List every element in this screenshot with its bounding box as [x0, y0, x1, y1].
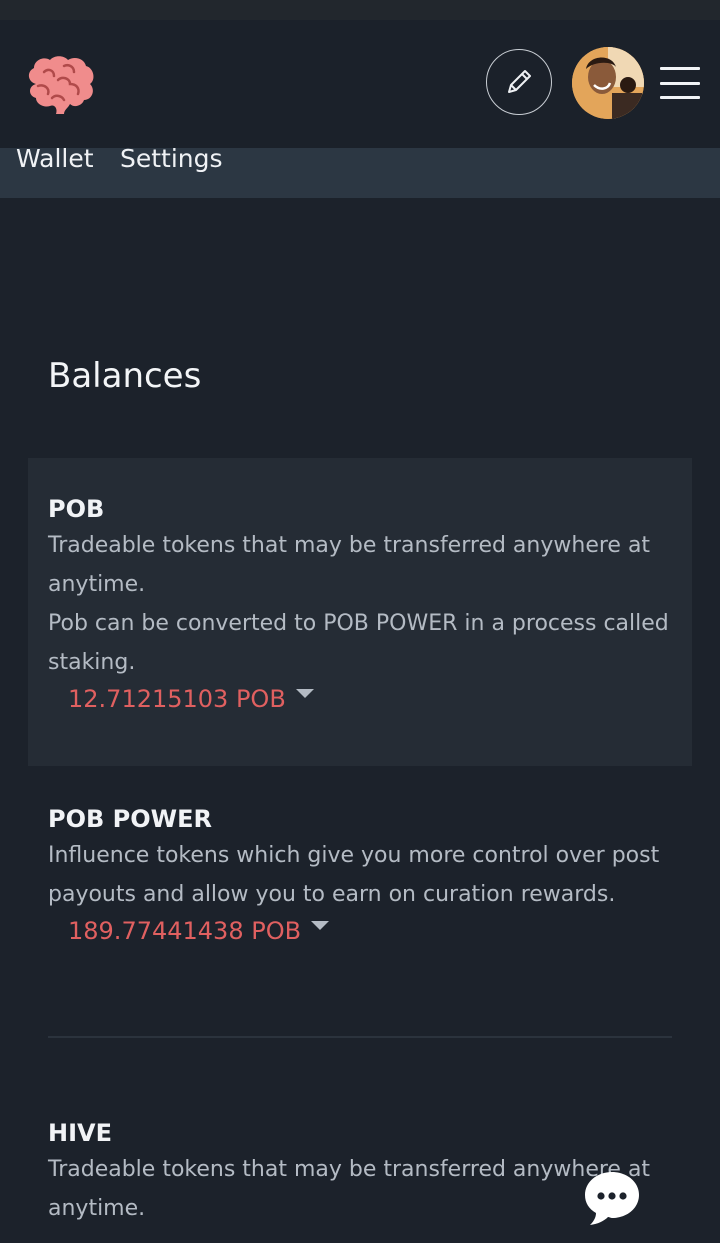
edit-button[interactable]	[486, 49, 552, 115]
balance-description: Tradeable tokens that may be transferred…	[48, 533, 651, 597]
balance-name: POB	[48, 495, 105, 523]
balance-amount-dropdown[interactable]: 189.77441438 POB	[68, 914, 330, 948]
balance-amount-dropdown[interactable]: 12.71215103 POB	[68, 682, 314, 716]
balance-amount: 189.77441438 POB	[68, 917, 302, 945]
chat-bubble-icon	[585, 1172, 639, 1225]
balance-name: HIVE	[48, 1119, 112, 1147]
chat-button[interactable]	[584, 1170, 640, 1226]
balance-description: Pob can be converted to POB POWER in a p…	[48, 611, 669, 675]
status-bar	[0, 0, 720, 20]
balance-name: POB POWER	[48, 805, 212, 833]
balance-description: Tradeable tokens that may be transferred…	[48, 1157, 651, 1221]
hamburger-menu-icon[interactable]	[660, 67, 700, 99]
page-title: Balances	[48, 356, 202, 396]
brain-logo-icon[interactable]	[24, 54, 96, 114]
caret-down-icon	[311, 920, 330, 930]
balance-card-pob: POB Tradeable tokens that may be transfe…	[28, 458, 692, 766]
sub-navigation: Wallet Settings	[0, 144, 720, 198]
nav-item-wallet[interactable]: Wallet	[16, 144, 94, 174]
balance-description: Influence tokens which give you more con…	[48, 843, 660, 907]
nav-item-settings[interactable]: Settings	[120, 144, 223, 174]
pencil-icon	[508, 70, 531, 93]
user-avatar[interactable]	[572, 47, 644, 119]
balance-card-pob-power: POB POWER Influence tokens which give yo…	[28, 766, 692, 996]
caret-down-icon	[295, 688, 314, 698]
app-header	[0, 20, 720, 148]
divider	[48, 1036, 672, 1038]
balance-amount: 12.71215103 POB	[68, 685, 286, 713]
